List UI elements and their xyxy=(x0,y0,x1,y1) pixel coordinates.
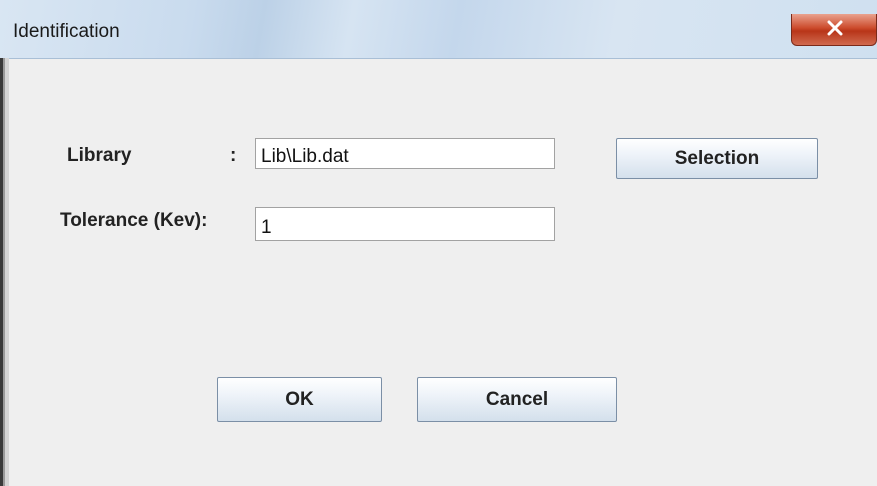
tolerance-label: Tolerance (Kev): xyxy=(60,210,208,231)
close-button[interactable] xyxy=(791,14,877,46)
library-label: Library xyxy=(67,145,132,166)
window-title: Identification xyxy=(13,21,120,42)
selection-button[interactable]: Selection xyxy=(616,138,818,179)
ok-button[interactable]: OK xyxy=(217,377,382,422)
title-bar[interactable]: Identification xyxy=(0,0,877,59)
tolerance-input[interactable]: 1 xyxy=(255,207,555,241)
cancel-button[interactable]: Cancel xyxy=(417,377,617,422)
dialog-content: Library : Lib\Lib.dat Selection Toleranc… xyxy=(9,59,877,486)
library-path-input[interactable]: Lib\Lib.dat xyxy=(255,138,555,169)
close-x-icon xyxy=(827,20,843,36)
library-colon: : xyxy=(230,145,237,166)
window-left-border xyxy=(0,58,9,486)
